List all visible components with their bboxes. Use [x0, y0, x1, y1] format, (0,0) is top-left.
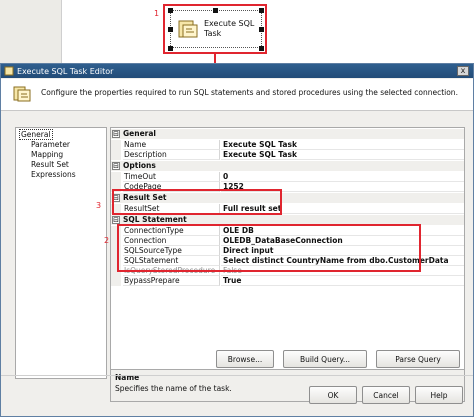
nav-item-label: General [19, 129, 53, 140]
category-title: SQL Statement [123, 215, 187, 224]
build-query-button[interactable]: Build Query... [283, 350, 367, 368]
annotation-number-2: 2 [104, 236, 110, 245]
dialog-title-icon [4, 66, 14, 76]
nav-item-expressions[interactable]: Expressions [19, 170, 103, 180]
annotation-number-3: 3 [96, 201, 102, 210]
property-value[interactable]: Execute SQL Task [221, 140, 464, 150]
property-row-bypassprepare[interactable]: BypassPrepare True [111, 276, 464, 286]
property-value[interactable]: Execute SQL Task [221, 150, 464, 160]
sql-task-icon [13, 86, 31, 102]
design-sidebar [0, 0, 62, 64]
page-navigation: General Parameter Mapping Result Set Exp… [15, 127, 107, 379]
browse-button[interactable]: Browse... [216, 350, 274, 368]
property-name: TimeOut [123, 172, 220, 182]
row-gutter [111, 140, 121, 150]
close-icon[interactable]: x [457, 66, 469, 76]
parse-query-button[interactable]: Parse Query [376, 350, 460, 368]
description-bar: Configure the properties required to run… [1, 79, 473, 111]
annotation-box-3 [112, 189, 282, 215]
property-name: Name [123, 140, 220, 150]
nav-item-result-set[interactable]: Result Set [19, 160, 103, 170]
design-surface: Execute SQL Task 1 [0, 0, 474, 64]
category-title: General [123, 129, 156, 138]
row-gutter [111, 276, 121, 286]
execute-sql-task-editor-dialog: Execute SQL Task Editor x Configure the … [0, 63, 474, 417]
category-title: Options [123, 161, 156, 170]
nav-item-parameter-mapping[interactable]: Parameter Mapping [19, 140, 103, 160]
row-gutter [111, 172, 121, 182]
property-row-timeout[interactable]: TimeOut 0 [111, 172, 464, 182]
dialog-title: Execute SQL Task Editor [17, 66, 114, 76]
nav-item-general[interactable]: General [19, 129, 103, 140]
collapse-icon[interactable]: ⊟ [112, 162, 120, 170]
help-button[interactable]: Help [415, 386, 463, 404]
property-name: Description [123, 150, 220, 160]
cancel-button[interactable]: Cancel [362, 386, 410, 404]
dialog-description: Configure the properties required to run… [41, 88, 458, 97]
collapse-icon[interactable]: ⊟ [112, 130, 120, 138]
category-options[interactable]: ⊟ Options [111, 161, 464, 171]
ok-button[interactable]: OK [309, 386, 357, 404]
property-name: BypassPrepare [123, 276, 220, 286]
category-general[interactable]: ⊟ General [111, 129, 464, 139]
annotation-box-1 [163, 4, 267, 54]
property-row-description[interactable]: Description Execute SQL Task [111, 150, 464, 160]
footer-divider [1, 375, 473, 376]
annotation-number-1: 1 [154, 9, 160, 18]
property-row-name[interactable]: Name Execute SQL Task [111, 140, 464, 150]
screen: Execute SQL Task 1 Execute SQL Task Edit… [0, 0, 474, 417]
property-value[interactable]: 0 [221, 172, 464, 182]
annotation-box-2 [117, 224, 421, 272]
collapse-icon[interactable]: ⊟ [112, 216, 120, 224]
property-value[interactable]: True [221, 276, 464, 286]
dialog-titlebar[interactable]: Execute SQL Task Editor x [1, 64, 473, 78]
row-gutter [111, 150, 121, 160]
